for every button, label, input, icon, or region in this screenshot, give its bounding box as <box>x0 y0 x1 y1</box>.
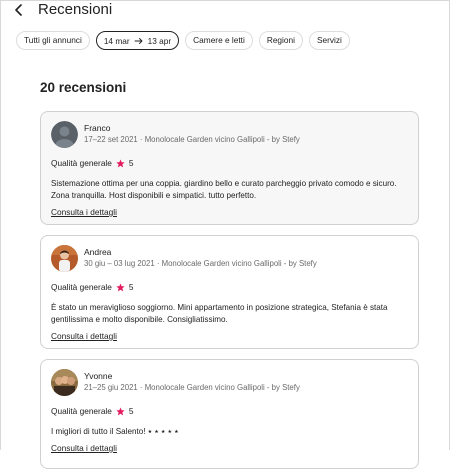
reviewer-avatar[interactable] <box>51 369 78 396</box>
review-card: Andrea 30 giu – 03 lug 2021 · Monolocale… <box>40 235 419 349</box>
reviewer-avatar[interactable] <box>51 245 78 272</box>
review-text: È stato un meraviglioso soggiorno. Mini … <box>51 303 388 324</box>
rating-label: Qualità generale <box>51 158 112 168</box>
rating-row: Qualità generale 5 <box>51 158 408 168</box>
rating-row: Qualità generale 5 <box>51 406 408 416</box>
reviewer-name: Andrea <box>84 247 112 257</box>
star-icon <box>116 406 125 415</box>
stay-info: 17–22 set 2021 · Monolocale Garden vicin… <box>84 135 300 144</box>
filter-label: Servizi <box>316 35 342 45</box>
rating-value: 5 <box>128 282 134 292</box>
review-text: Sistemazione ottima per una coppia. giar… <box>51 179 397 200</box>
details-link[interactable]: Consulta i dettagli <box>51 443 117 454</box>
review-card: Yvonne 21–25 giu 2021 · Monolocale Garde… <box>40 359 419 469</box>
filter-rooms-beds[interactable]: Camere e letti <box>185 31 253 50</box>
reviews-count: 20 recensioni <box>40 80 127 95</box>
review-text: I migliori di tutto il Salento! ⭑ ⭑ ⭑ ⭑ … <box>51 427 179 436</box>
page-title: Recensioni <box>38 1 113 18</box>
rating-label: Qualità generale <box>51 406 112 416</box>
star-icon <box>116 282 125 291</box>
filter-label: Tutti gli annunci <box>24 35 82 45</box>
page-header: Recensioni <box>0 0 450 22</box>
chevron-left-icon <box>15 4 22 16</box>
review-card: Franco 17–22 set 2021 · Monolocale Garde… <box>40 111 419 225</box>
filter-amenities[interactable]: Servizi <box>308 31 350 50</box>
rating-value: 5 <box>128 406 134 416</box>
reviewer-avatar[interactable] <box>51 121 78 148</box>
filter-label: Camere e letti <box>193 35 245 45</box>
reviewer-name: Franco <box>84 123 111 133</box>
date-to: 13 apr <box>147 35 172 46</box>
reviewer-name: Yvonne <box>84 371 113 381</box>
rating-label: Qualità generale <box>51 282 112 292</box>
date-from: 14 mar <box>103 35 130 46</box>
window-border-left <box>0 0 1 450</box>
details-link[interactable]: Consulta i dettagli <box>51 331 117 342</box>
back-button[interactable] <box>10 1 28 19</box>
stay-info: 30 giu – 03 lug 2021 · Monolocale Garden… <box>84 259 317 268</box>
stay-info: 21–25 giu 2021 · Monolocale Garden vicin… <box>84 383 300 392</box>
star-icon <box>116 158 125 167</box>
rating-value: 5 <box>128 158 134 168</box>
filter-bar: Tutti gli annunci 14 mar 13 apr Camere e… <box>16 31 350 50</box>
filter-date-range[interactable]: 14 mar 13 apr <box>95 31 180 50</box>
details-link[interactable]: Consulta i dettagli <box>51 207 117 218</box>
filter-label: Regioni <box>266 35 295 45</box>
rating-row: Qualità generale 5 <box>51 282 408 292</box>
filter-all-listings[interactable]: Tutti gli annunci <box>16 31 90 50</box>
arrow-right-icon <box>134 37 143 44</box>
filter-regions[interactable]: Regioni <box>258 31 303 50</box>
